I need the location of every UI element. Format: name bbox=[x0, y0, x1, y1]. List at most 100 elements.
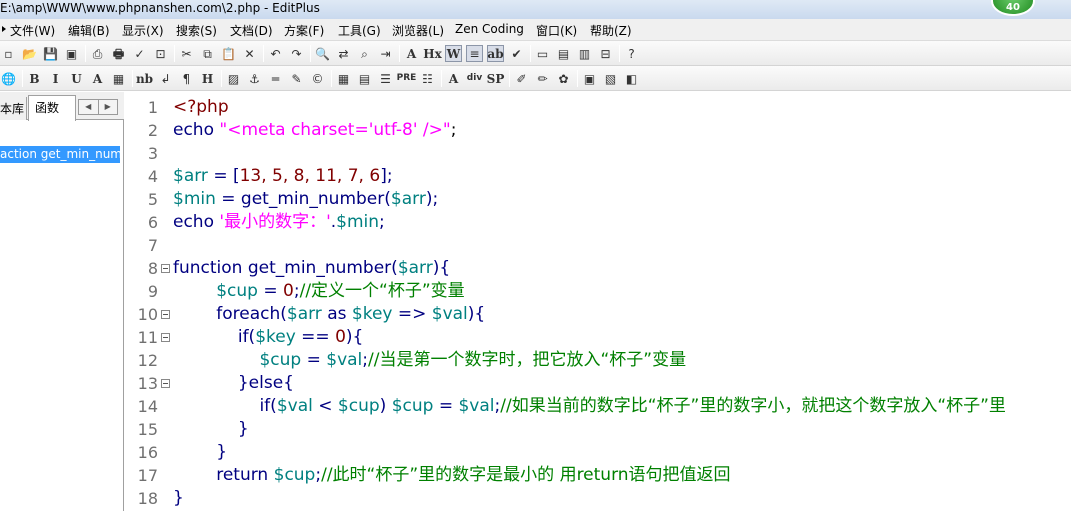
list-icon[interactable]: ☷ bbox=[419, 70, 436, 87]
word-wrap-icon[interactable]: W bbox=[445, 45, 462, 62]
cut-icon[interactable]: ✂ bbox=[178, 45, 195, 62]
form-icon[interactable]: ▤ bbox=[356, 70, 373, 87]
italic-icon[interactable]: I bbox=[47, 70, 64, 87]
bold-icon[interactable]: B bbox=[26, 70, 43, 87]
goto-icon[interactable]: ⇥ bbox=[377, 45, 394, 62]
pencil-icon[interactable]: ✏ bbox=[534, 70, 551, 87]
code-editor[interactable]: 1 <?php 2 echo "<meta charset='utf-8' />"; 3… bbox=[125, 92, 1071, 511]
underline-icon[interactable]: U bbox=[68, 70, 85, 87]
spell-check-icon[interactable]: ✓ bbox=[131, 45, 148, 62]
font-color-icon[interactable]: A bbox=[89, 70, 106, 87]
tab-scroll-right-icon[interactable]: ▶ bbox=[97, 100, 118, 114]
ruler-icon[interactable]: ab bbox=[487, 45, 504, 62]
fold-toggle-icon[interactable] bbox=[161, 264, 170, 273]
menu-help[interactable]: 帮助(Z) bbox=[590, 22, 632, 39]
copy-icon[interactable]: ⧉ bbox=[199, 45, 216, 62]
script-icon[interactable]: ✿ bbox=[555, 70, 572, 87]
open-file-icon[interactable]: 📂 bbox=[21, 45, 38, 62]
function-list-item[interactable]: action get_min_number bbox=[0, 146, 120, 163]
code-line[interactable]: 8 function get_min_number($arr){ bbox=[148, 257, 1071, 280]
div-icon[interactable]: div bbox=[466, 70, 483, 87]
fold-toggle-icon[interactable] bbox=[161, 333, 170, 342]
save-all-icon[interactable]: ▣ bbox=[63, 45, 80, 62]
directory-icon[interactable]: ▥ bbox=[576, 45, 593, 62]
redo-icon[interactable]: ↷ bbox=[288, 45, 305, 62]
menu-view[interactable]: 显示(X) bbox=[122, 22, 164, 39]
code-line[interactable]: 7 bbox=[148, 234, 1071, 257]
heading-icon[interactable]: H bbox=[199, 70, 216, 87]
new-file-icon[interactable]: ▫ bbox=[0, 45, 17, 62]
paste-icon[interactable]: 📋 bbox=[220, 45, 237, 62]
tab-library[interactable]: 本库 bbox=[0, 97, 27, 120]
print-icon[interactable]: 🖶 bbox=[110, 45, 127, 62]
font-tag-icon[interactable]: A bbox=[445, 70, 462, 87]
menu-search[interactable]: 搜索(S) bbox=[176, 22, 217, 39]
code-line[interactable]: 2 echo "<meta charset='utf-8' />"; bbox=[148, 119, 1071, 142]
output-icon[interactable]: ⊟ bbox=[597, 45, 614, 62]
print-preview-icon[interactable]: ⎙ bbox=[89, 45, 106, 62]
code-line[interactable]: 14 if($val < $cup) $cup = $val;//如果当前的数字… bbox=[138, 395, 1071, 418]
paragraph-icon[interactable]: ¶ bbox=[178, 70, 195, 87]
menu-document[interactable]: 文档(D) bbox=[230, 22, 273, 39]
frame-icon[interactable]: ▧ bbox=[602, 70, 619, 87]
hr-icon[interactable]: ═ bbox=[267, 70, 284, 87]
preview-icon[interactable]: ◧ bbox=[623, 70, 640, 87]
code-line[interactable]: 16 } bbox=[138, 441, 1071, 464]
undo-icon[interactable]: ↶ bbox=[267, 45, 284, 62]
code-line[interactable]: 1 <?php bbox=[148, 96, 1071, 119]
code-line[interactable]: 9 $cup = 0;//定义一个“杯子”变量 bbox=[148, 280, 1071, 303]
table-icon[interactable]: ▦ bbox=[335, 70, 352, 87]
tab-scroll-left-icon[interactable]: ◀ bbox=[79, 100, 98, 114]
browser-icon[interactable]: ⊡ bbox=[152, 45, 169, 62]
save-icon[interactable]: 💾 bbox=[42, 45, 59, 62]
style-icon[interactable]: ✐ bbox=[513, 70, 530, 87]
code-line[interactable]: 3 bbox=[148, 142, 1071, 165]
delete-icon[interactable]: ✕ bbox=[241, 45, 258, 62]
center-icon[interactable]: ☰ bbox=[377, 70, 394, 87]
line-number: 11 bbox=[137, 328, 158, 347]
color-grid-icon[interactable]: ▦ bbox=[110, 70, 127, 87]
replace-icon[interactable]: ⇄ bbox=[335, 45, 352, 62]
notification-badge[interactable]: 40 bbox=[991, 0, 1035, 16]
menu-zen-coding[interactable]: Zen Coding bbox=[455, 22, 524, 36]
entity-icon[interactable]: © bbox=[309, 70, 326, 87]
menu-tools[interactable]: 工具(G) bbox=[338, 22, 381, 39]
code-line[interactable]: 17 return $cup;//此时“杯子”里的数字是最小的 用return语… bbox=[138, 464, 1071, 487]
menu-project[interactable]: 方案(F) bbox=[284, 22, 324, 39]
span-icon[interactable]: SP bbox=[487, 70, 505, 87]
code-line[interactable]: 10 foreach($arr as $key => $val){ bbox=[138, 303, 1071, 326]
code-line[interactable]: 4 $arr = [13, 5, 8, 11, 7, 6]; bbox=[148, 165, 1071, 188]
code-line[interactable]: 12 $cup = $val;//当是第一个数字时，把它放入“杯子”变量 bbox=[138, 349, 1071, 372]
code-line[interactable]: 11 if($key == 0){ bbox=[138, 326, 1071, 349]
line-number-icon[interactable]: ≡ bbox=[466, 45, 483, 62]
image-icon[interactable]: ▨ bbox=[225, 70, 242, 87]
code-line[interactable]: 18} bbox=[138, 487, 1071, 510]
code-line[interactable]: 6 echo '最小的数字：'.$min; bbox=[148, 211, 1071, 234]
menu-browser[interactable]: 浏览器(L) bbox=[392, 22, 444, 39]
code-line[interactable]: 13 }else{ bbox=[138, 372, 1071, 395]
find-in-files-icon[interactable]: ⌕ bbox=[356, 45, 373, 62]
menu-edit[interactable]: 编辑(B) bbox=[68, 22, 110, 39]
font-icon[interactable]: A bbox=[403, 45, 420, 62]
menu-file[interactable]: 文件(W) bbox=[10, 22, 55, 39]
block-icon[interactable]: ▣ bbox=[581, 70, 598, 87]
code-area[interactable]: 1 <?php 2 echo "<meta charset='utf-8' />"; 3… bbox=[138, 96, 1071, 510]
window-icon[interactable]: ▭ bbox=[534, 45, 551, 62]
menu-window[interactable]: 窗口(K) bbox=[536, 22, 577, 39]
help-icon[interactable]: ? bbox=[623, 45, 640, 62]
fold-toggle-icon[interactable] bbox=[161, 310, 170, 319]
nbsp-icon[interactable]: nb bbox=[136, 70, 153, 87]
fold-toggle-icon[interactable] bbox=[161, 379, 170, 388]
anchor-icon[interactable]: ⚓ bbox=[246, 70, 263, 87]
comment-icon[interactable]: ✎ bbox=[288, 70, 305, 87]
pre-icon[interactable]: PRE bbox=[397, 70, 417, 87]
hex-icon[interactable]: Hx bbox=[423, 45, 442, 62]
cliptext-icon[interactable]: ▤ bbox=[555, 45, 572, 62]
find-icon[interactable]: 🔍 bbox=[314, 45, 331, 62]
tab-functions[interactable]: 函数 bbox=[28, 95, 76, 121]
check-icon[interactable]: ✔ bbox=[508, 45, 525, 62]
code-line[interactable]: 15 } bbox=[138, 418, 1071, 441]
globe-icon[interactable]: 🌐 bbox=[0, 70, 17, 87]
code-line[interactable]: 5 $min = get_min_number($arr); bbox=[148, 188, 1071, 211]
br-icon[interactable]: ↲ bbox=[157, 70, 174, 87]
